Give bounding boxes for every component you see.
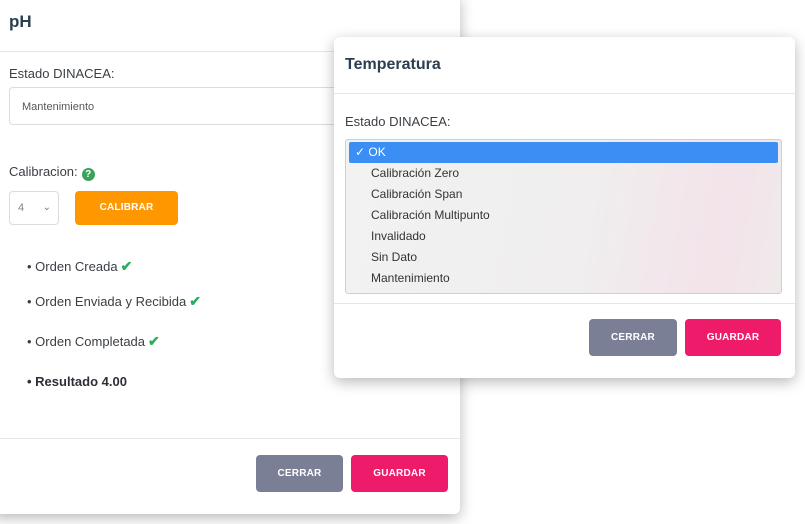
checkmark-icon: ✔ [148, 333, 160, 349]
dropdown-option-invalidado[interactable]: Invalidado [349, 226, 778, 247]
ph-title: pH [9, 12, 32, 31]
ph-footer-divider [0, 438, 460, 439]
checkmark-icon: ✓ [355, 145, 369, 159]
ph-estado-label: Estado DINACEA: [9, 66, 115, 81]
dropdown-option-mantenimiento[interactable]: Mantenimiento [349, 268, 778, 289]
option-label: OK [368, 145, 386, 159]
temp-cerrar-button[interactable]: CERRAR [589, 319, 677, 356]
step-orden-creada: • Orden Creada ✔ [27, 258, 133, 274]
temperatura-title: Temperatura [345, 56, 441, 73]
dropdown-option-calibracion-span[interactable]: Calibración Span [349, 184, 778, 205]
resultado-line: • Resultado 4.00 [27, 374, 127, 389]
dropdown-option-calibracion-zero[interactable]: Calibración Zero [349, 163, 778, 184]
step-text: Orden Enviada y Recibida [35, 294, 187, 309]
temperatura-modal: Temperatura Estado DINACEA: ✓ OK Calibra… [334, 37, 795, 378]
step-orden-completada: • Orden Completada ✔ [27, 333, 160, 349]
step-orden-enviada: • Orden Enviada y Recibida ✔ [27, 293, 201, 309]
step-text: Orden Creada [35, 259, 118, 274]
calibracion-select-value: 4 [18, 202, 25, 214]
dropdown-option-ok[interactable]: ✓ OK [349, 142, 778, 163]
chevron-down-icon: ⌄ [42, 202, 51, 213]
dropdown-option-calibracion-multipunto[interactable]: Calibración Multipunto [349, 205, 778, 226]
estado-dropdown-list[interactable]: ✓ OK Calibración Zero Calibración Span C… [345, 139, 782, 294]
temp-guardar-button[interactable]: GUARDAR [685, 319, 781, 356]
ph-guardar-button[interactable]: GUARDAR [351, 455, 448, 492]
temp-estado-label: Estado DINACEA: [345, 114, 451, 129]
ph-calibracion-label: Calibracion:? [9, 164, 95, 181]
ph-estado-input[interactable]: Mantenimiento [9, 87, 369, 125]
dropdown-option-sin-dato[interactable]: Sin Dato [349, 247, 778, 268]
calibracion-label-text: Calibracion: [9, 164, 78, 179]
ph-cerrar-button[interactable]: CERRAR [256, 455, 343, 492]
resultado-text: Resultado 4.00 [35, 374, 127, 389]
checkmark-icon: ✔ [120, 258, 133, 274]
temp-footer-divider [334, 303, 795, 304]
temp-header-divider [334, 93, 795, 94]
step-text: Orden Completada [35, 334, 146, 349]
checkmark-icon: ✔ [189, 293, 201, 309]
help-icon[interactable]: ? [81, 168, 95, 181]
calibrar-button[interactable]: CALIBRAR [75, 191, 178, 225]
calibracion-select[interactable]: 4 ⌄ [9, 191, 59, 225]
